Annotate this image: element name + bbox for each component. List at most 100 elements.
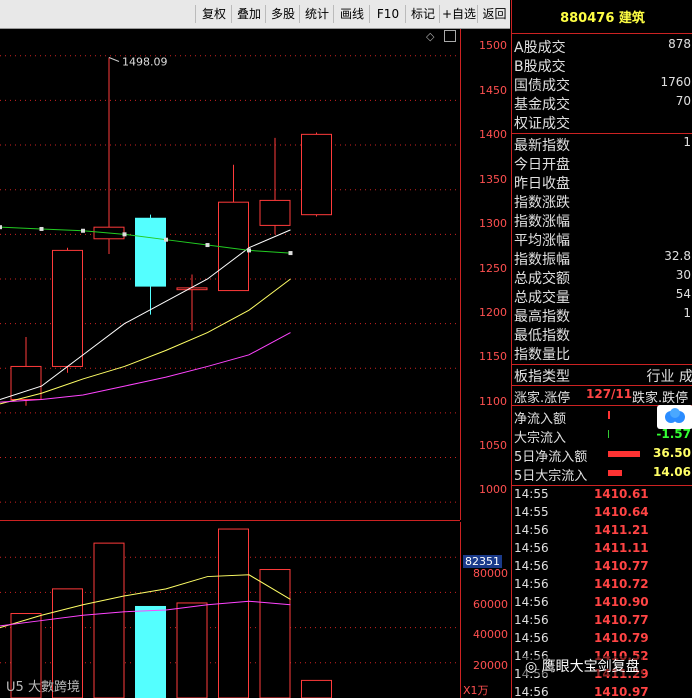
ma60-marker [288, 251, 293, 256]
candle-body [301, 133, 332, 216]
separator [512, 364, 692, 365]
fall-count-label: 跌家.跌停 [632, 391, 689, 406]
volume-bar [135, 605, 166, 698]
stat-row-prev-close: 昨日收盘 [514, 176, 570, 192]
flow-row-5d-block-inflow: 5日大宗流入 14.06 [514, 465, 691, 484]
ma60-marker [122, 232, 127, 237]
flow-row-block-inflow: 大宗流入 -1.57 [514, 427, 691, 446]
ma60-marker [205, 243, 210, 248]
chart-window-icon[interactable] [444, 30, 456, 42]
volume-bar [259, 569, 291, 698]
watermark-left: ᑌ5 大數跨境 [6, 680, 80, 695]
stat-row-volume-ratio: 指数量比 [514, 347, 570, 363]
ma60-marker [0, 225, 2, 230]
toolbar-add-favorite-button[interactable]: +自选 [439, 5, 478, 23]
flow-bar [608, 411, 610, 419]
chart-toolbar: 复权 叠加 多股 统计 画线 F10 标记 +自选 返回 [0, 0, 510, 29]
stat-row-b-share: B股成交 [514, 59, 566, 75]
separator [512, 385, 692, 386]
toolbar-overlay-button[interactable]: 叠加 [231, 5, 266, 23]
separator [512, 133, 692, 134]
candle-body [259, 199, 291, 226]
price-tick: 1300 [479, 217, 507, 230]
rise-fall-row: 涨家.涨停 127/11 跌家.跌停 [514, 387, 692, 406]
candle-body [218, 201, 249, 292]
stat-row-warrant: 权证成交 [514, 116, 570, 132]
stat-row-bond: 国债成交 1760 [514, 75, 691, 94]
tick-row: 14:56 1410.97 [514, 685, 649, 698]
price-tick: 1200 [479, 306, 507, 319]
ma60-marker [164, 237, 168, 242]
high-annotation-label: 1498.09 [122, 55, 168, 68]
price-tick: 1100 [479, 395, 507, 408]
candlestick-chart[interactable]: 1498.09 [0, 29, 460, 520]
tick-row: 14:56 1410.79 [514, 631, 649, 645]
tick-row: 14:56 1411.11 [514, 541, 649, 555]
price-tick: 1400 [479, 128, 507, 141]
watermark-right: ◎ 鹰眼大宝剑复盘 [522, 656, 643, 676]
volume-unit-label: X1万 [463, 684, 489, 697]
volume-tick: 20000 [473, 659, 508, 672]
volume-tick: 40000 [473, 628, 508, 641]
volume-bar [301, 679, 332, 698]
separator [512, 485, 692, 486]
volume-bar [218, 528, 249, 698]
price-tick: 1350 [479, 173, 507, 186]
cloud-app-icon[interactable] [657, 405, 692, 429]
flow-bar [608, 451, 640, 457]
ma60-marker [81, 228, 85, 233]
index-title: 880476 建筑 [560, 11, 645, 26]
volume-chart[interactable] [0, 522, 460, 698]
stat-row-change-pct: 指数涨幅 [514, 214, 570, 230]
stat-row-volume: 总成交量 54 [514, 287, 691, 306]
price-tick: 1450 [479, 84, 507, 97]
volume-bar [176, 602, 208, 698]
toolbar-draw-line-button[interactable]: 画线 [333, 5, 370, 23]
high-annotation-pointer [108, 57, 120, 62]
flow-bar [608, 430, 609, 438]
stat-row-a-share: A股成交 878 [514, 37, 691, 56]
price-tick: 1500 [479, 39, 507, 52]
tick-row: 14:56 1410.90 [514, 595, 649, 609]
stat-row-avg-change: 平均涨幅 [514, 233, 570, 249]
board-type-value: 行业 成 [646, 369, 692, 385]
stat-row-low: 最低指数 [514, 328, 570, 344]
ma-line-ma10 [0, 278, 291, 405]
volume-axis: 82351 80000 60000 40000 20000 X1万 [460, 522, 511, 698]
volume-tick: 60000 [473, 598, 508, 611]
rise-count-value: 127/11 [586, 387, 633, 401]
stat-row-fund: 基金成交 70 [514, 94, 691, 113]
board-type-label: 板指类型 [514, 369, 570, 385]
stat-row-open: 今日开盘 [514, 157, 570, 173]
candle-body [135, 217, 166, 287]
price-tick: 1050 [479, 439, 507, 452]
tick-row: 14:56 1411.21 [514, 523, 649, 537]
rise-count-label: 涨家.涨停 [514, 391, 571, 406]
price-axis: 1500 1450 1400 1350 1300 1250 1200 1150 … [460, 29, 511, 520]
volume-bar [93, 542, 125, 698]
tick-row: 14:55 1410.64 [514, 505, 649, 519]
stat-row-high: 最高指数 1 [514, 306, 691, 325]
price-tick: 1000 [479, 483, 507, 496]
tick-row: 14:56 1410.77 [514, 559, 649, 573]
pane-divider [0, 520, 460, 521]
toolbar-f10-button[interactable]: F10 [369, 5, 406, 23]
toolbar-fuquan-button[interactable]: 复权 [195, 5, 232, 23]
ma-line-ma20 [0, 332, 291, 403]
toolbar-mark-button[interactable]: 标记 [405, 5, 440, 23]
toolbar-multi-stock-button[interactable]: 多股 [265, 5, 300, 23]
tick-row: 14:55 1410.61 [514, 487, 649, 501]
stat-row-turnover: 总成交额 30 [514, 268, 691, 287]
toolbar-stats-button[interactable]: 统计 [299, 5, 334, 23]
chart-settings-diamond-icon[interactable]: ◇ [426, 30, 434, 43]
separator [512, 33, 692, 34]
candle-body [176, 287, 208, 291]
toolbar-back-button[interactable]: 返回 [477, 5, 511, 23]
flow-row-5d-net-inflow: 5日净流入额 36.50 [514, 446, 691, 465]
ma60-marker [39, 226, 44, 231]
price-tick: 1250 [479, 262, 507, 275]
watermark-logo-icon: ᑌ5 [6, 680, 24, 695]
tick-row: 14:56 1410.72 [514, 577, 649, 591]
stat-row-change: 指数涨跌 [514, 195, 570, 211]
ma60-marker [247, 248, 251, 253]
